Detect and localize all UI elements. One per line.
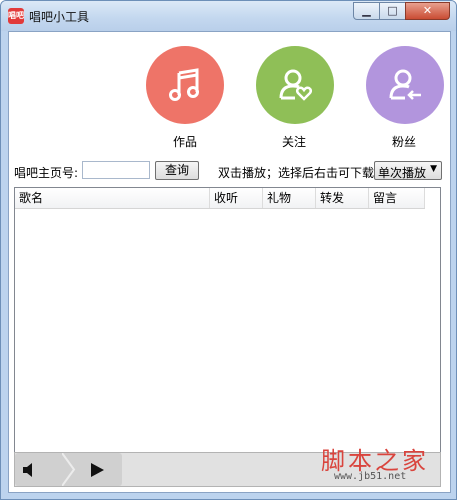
- maximize-button[interactable]: □: [379, 2, 406, 20]
- main-panel: 作品 关注 粉丝 唱吧主页号: 查询 双击播放；选择后右击可下载 单次播放 ▼ …: [8, 31, 451, 493]
- column-header-comments[interactable]: 留言: [369, 188, 425, 208]
- song-table[interactable]: 歌名 收听 礼物 转发 留言: [14, 187, 441, 455]
- fans-label: 粉丝: [392, 135, 417, 149]
- column-header-listens[interactable]: 收听: [210, 188, 263, 208]
- divider: [62, 453, 76, 486]
- user-heart-icon: [279, 69, 313, 101]
- column-header-shares[interactable]: 转发: [316, 188, 369, 208]
- window-title: 唱吧小工具: [29, 10, 90, 24]
- table-header: 歌名 收听 礼物 转发 留言: [15, 188, 425, 209]
- app-window: 唱吧 唱吧小工具 ▁ □ ✕ 作品 关注 粉丝 唱吧主页号: 查询 双击播放；选…: [0, 0, 457, 500]
- player-controls: [15, 453, 122, 486]
- user-back-icon: [389, 69, 421, 100]
- speaker-icon[interactable]: [20, 460, 40, 480]
- column-header-gifts[interactable]: 礼物: [263, 188, 316, 208]
- following-label: 关注: [282, 135, 307, 149]
- watermark-url: www.jb51.net: [334, 471, 407, 482]
- play-icon[interactable]: [89, 462, 105, 478]
- play-mode-value: 单次播放: [378, 166, 427, 180]
- minimize-button[interactable]: ▁: [353, 2, 380, 20]
- app-logo-icon: 唱吧: [8, 8, 24, 24]
- following-button[interactable]: [256, 46, 334, 124]
- play-mode-select[interactable]: 单次播放 ▼: [374, 161, 442, 180]
- works-button[interactable]: [146, 46, 224, 124]
- works-label: 作品: [173, 135, 198, 149]
- homepage-id-label: 唱吧主页号:: [14, 166, 79, 180]
- query-button[interactable]: 查询: [155, 161, 199, 180]
- close-button[interactable]: ✕: [405, 2, 450, 20]
- column-header-song[interactable]: 歌名: [15, 188, 210, 208]
- usage-hint: 双击播放；选择后右击可下载: [218, 166, 375, 180]
- title-bar[interactable]: 唱吧 唱吧小工具 ▁ □ ✕: [1, 1, 456, 31]
- music-note-icon: [169, 68, 199, 101]
- chevron-down-icon: ▼: [430, 164, 437, 174]
- homepage-id-input[interactable]: [82, 161, 150, 179]
- fans-button[interactable]: [366, 46, 444, 124]
